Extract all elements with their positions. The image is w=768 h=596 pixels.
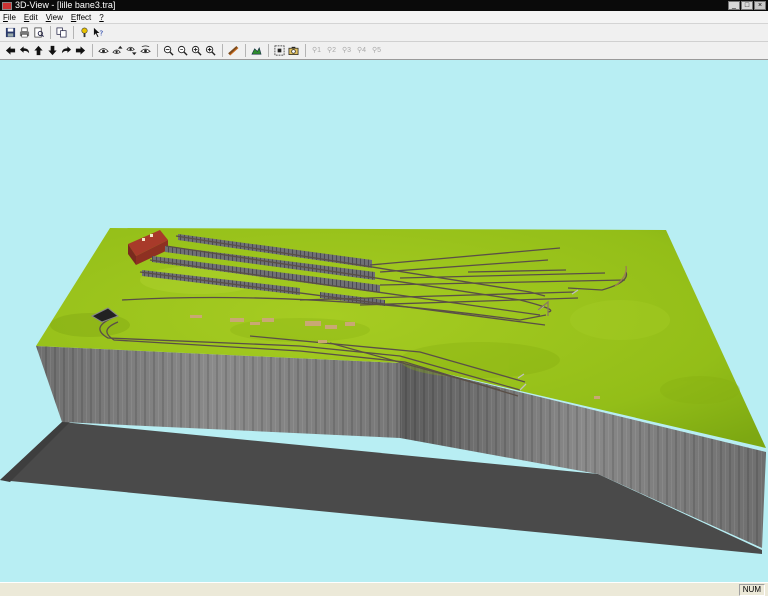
toolbar-separator: [245, 44, 246, 57]
viewpoint-5-label: 5: [377, 46, 382, 54]
svg-text:?: ?: [99, 28, 103, 37]
viewpoint-4-label: 4: [362, 46, 367, 54]
3d-viewport[interactable]: [0, 60, 768, 582]
toolbar-separator: [92, 44, 93, 57]
window-title: 3D-View - [lille bane3.tra]: [15, 0, 116, 10]
print-preview-icon[interactable]: [32, 27, 44, 39]
arrow-left-icon[interactable]: [4, 45, 16, 57]
navigation-toolbar: ⚲ 1 ⚲ 2 ⚲ 3 ⚲ 4 ⚲ 5: [0, 42, 768, 60]
viewpoint-3-icon[interactable]: ⚲ 3: [340, 45, 353, 57]
eye-icon[interactable]: [97, 45, 109, 57]
window-controls: _ □ ×: [728, 1, 766, 10]
viewpoint-1-icon[interactable]: ⚲ 1: [310, 45, 323, 57]
num-lock-indicator: NUM: [738, 583, 765, 596]
eye-up-icon[interactable]: [111, 45, 123, 57]
zoom-minus-icon[interactable]: [162, 45, 174, 57]
arrow-up-icon[interactable]: [32, 45, 44, 57]
status-bar: NUM: [0, 582, 768, 596]
toolbar-separator: [50, 26, 51, 39]
arrow-down-icon[interactable]: [46, 45, 58, 57]
zoom-in-icon[interactable]: [190, 45, 202, 57]
menu-edit[interactable]: Edit: [24, 13, 38, 22]
menu-file[interactable]: File: [3, 13, 16, 22]
arrow-right-icon[interactable]: [74, 45, 86, 57]
window-title-bar[interactable]: 3D-View - [lille bane3.tra] _ □ ×: [0, 0, 768, 11]
help-icon[interactable]: [78, 27, 90, 39]
viewpoint-1-label: 1: [317, 46, 322, 54]
menu-effect[interactable]: Effect: [71, 13, 91, 22]
toolbar-separator: [222, 44, 223, 57]
maximize-button[interactable]: □: [741, 1, 753, 10]
menu-help[interactable]: ?: [99, 13, 103, 22]
close-button[interactable]: ×: [754, 1, 766, 10]
viewpoint-4-icon[interactable]: ⚲ 4: [355, 45, 368, 57]
zoom-out-icon[interactable]: [176, 45, 188, 57]
camera-icon[interactable]: [287, 45, 299, 57]
standard-toolbar: ?: [0, 24, 768, 42]
toolbar-separator: [73, 26, 74, 39]
copy-icon[interactable]: [55, 27, 67, 39]
menu-bar: File Edit View Effect ?: [0, 11, 768, 24]
fit-view-icon[interactable]: [273, 45, 285, 57]
app-icon: [2, 1, 12, 10]
eye-down-icon[interactable]: [125, 45, 137, 57]
redo-arrow-icon[interactable]: [60, 45, 72, 57]
minimize-button[interactable]: _: [728, 1, 740, 10]
train-icon[interactable]: [227, 45, 239, 57]
print-icon[interactable]: [18, 27, 30, 39]
viewpoint-3-label: 3: [347, 46, 352, 54]
viewpoint-2-label: 2: [332, 46, 337, 54]
toolbar-separator: [305, 44, 306, 57]
undo-arrow-icon[interactable]: [18, 45, 30, 57]
viewpoint-5-icon[interactable]: ⚲ 5: [370, 45, 383, 57]
toolbar-separator: [268, 44, 269, 57]
menu-view[interactable]: View: [46, 13, 63, 22]
save-icon[interactable]: [4, 27, 16, 39]
toolbar-separator: [157, 44, 158, 57]
zoom-plus-icon[interactable]: [204, 45, 216, 57]
eye-turn-icon[interactable]: [139, 45, 151, 57]
landscape-icon[interactable]: [250, 45, 262, 57]
viewpoint-2-icon[interactable]: ⚲ 2: [325, 45, 338, 57]
3d-scene: [0, 228, 766, 554]
context-help-icon[interactable]: ?: [92, 27, 104, 39]
